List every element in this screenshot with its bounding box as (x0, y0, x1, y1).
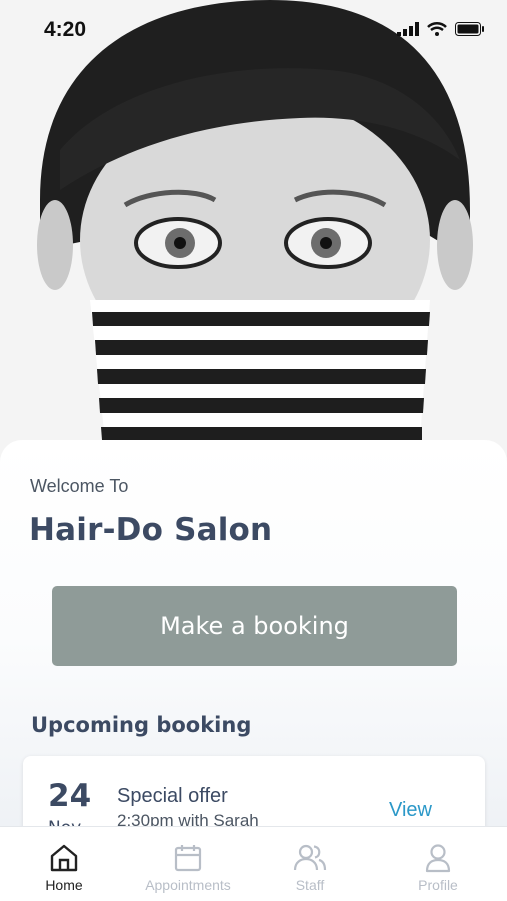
status-icons (397, 22, 485, 36)
view-booking-link[interactable]: View (389, 799, 432, 822)
status-time: 4:20 (44, 18, 87, 41)
wifi-icon (427, 22, 447, 36)
tab-staff[interactable]: Staff (246, 827, 374, 901)
home-icon (50, 844, 78, 872)
tab-staff-label: Staff (295, 877, 325, 893)
tab-home-label: Home (45, 877, 83, 893)
tab-bar: Home Appointments Staff Profile (0, 826, 507, 901)
tab-profile[interactable]: Profile (374, 827, 502, 901)
tab-profile-label: Profile (418, 877, 458, 893)
calendar-icon (174, 845, 202, 872)
status-bar: 4:20 (0, 0, 507, 60)
make-booking-button-label: Make a booking (160, 612, 349, 640)
tab-home[interactable]: Home (0, 827, 128, 901)
tab-appointments[interactable]: Appointments (124, 827, 252, 901)
booking-day: 24 (48, 778, 92, 814)
signal-icon (397, 22, 419, 36)
users-icon (293, 844, 327, 871)
upcoming-booking-heading: Upcoming booking (31, 713, 252, 737)
welcome-subtitle: Welcome To (30, 476, 129, 496)
salon-title: Hair-Do Salon (29, 512, 273, 548)
user-icon (425, 844, 451, 873)
upcoming-booking-card[interactable]: 24 Nov Special offer 2:30pm with Sarah V… (23, 756, 485, 836)
battery-icon (455, 22, 484, 36)
tab-appointments-label: Appointments (145, 877, 231, 893)
make-booking-button[interactable]: Make a booking (52, 586, 457, 666)
booking-title: Special offer (117, 785, 228, 807)
hero-image (0, 0, 507, 470)
woman-portrait-image (0, 0, 507, 470)
